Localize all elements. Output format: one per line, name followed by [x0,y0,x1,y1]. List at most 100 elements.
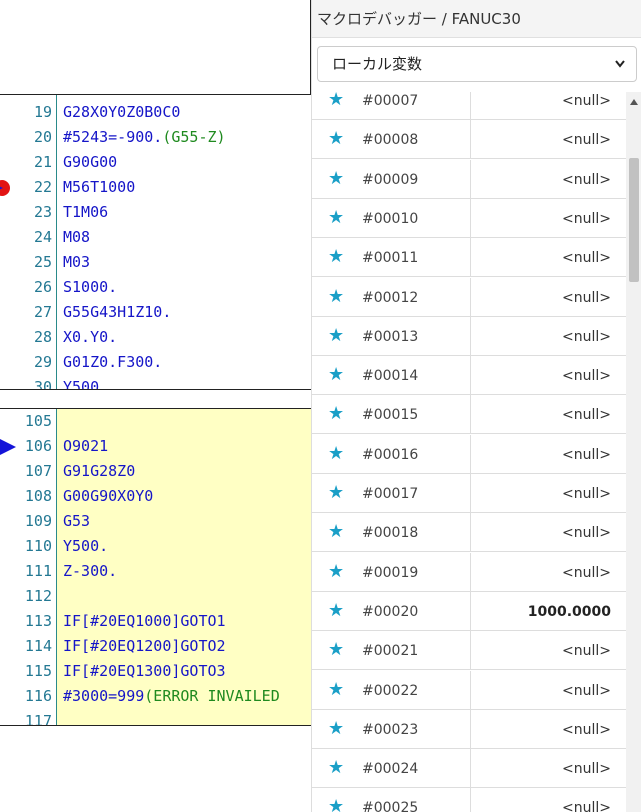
variable-row[interactable]: ★ #00022 <null> [312,670,627,710]
variable-value: <null> [562,328,611,345]
code-line[interactable]: 105 [0,409,311,434]
code-line[interactable]: 23 T1M06 [0,200,311,225]
variable-row[interactable]: ★ #00023 <null> [312,709,627,749]
variable-row[interactable]: ★ #00008 <null> [312,120,627,160]
variable-scope-select[interactable]: ローカル変数 [317,46,637,82]
scroll-up-arrow-icon[interactable] [630,99,638,105]
star-icon[interactable]: ★ [328,364,344,386]
star-icon[interactable]: ★ [328,207,344,229]
code-line[interactable]: 108 G00G90X0Y0 [0,484,311,509]
code-line[interactable]: 30 Y500 [0,375,311,389]
star-icon[interactable]: ★ [328,92,344,111]
variable-value: <null> [562,132,611,149]
code-line[interactable]: 29 G01Z0.F300. [0,350,311,375]
code-line[interactable]: 24 M08 [0,225,311,250]
star-icon[interactable]: ★ [328,796,344,812]
line-number: 25 [33,253,52,271]
variable-row[interactable]: ★ #00021 <null> [312,631,627,671]
variable-row[interactable]: ★ #00013 <null> [312,316,627,356]
code-editor-subprogram[interactable]: 105 106 O9021 107 G91G28Z0 108 G00G90X0Y0 109 G5… [0,408,311,726]
star-icon[interactable]: ★ [328,679,344,701]
code-comment: (G55-Z) [162,128,226,146]
code-text: G91G28Z0 [63,459,135,484]
code-statement: M03 [63,253,91,271]
star-icon[interactable]: ★ [328,246,344,268]
variable-value: <null> [562,210,611,227]
column-divider [470,238,471,278]
code-line[interactable]: 113 IF[#20EQ1000]GOTO1 [0,609,311,634]
code-statement: G91G28Z0 [63,462,136,480]
star-icon[interactable]: ★ [328,757,344,779]
code-text: Z-300. [63,559,117,584]
code-statement: G28X0Y0Z0B0C0 [63,103,181,121]
code-statement: Y500. [63,537,109,555]
code-text: S1000. [63,275,117,300]
star-icon[interactable]: ★ [328,521,344,543]
code-text: G01Z0.F300. [63,350,162,375]
code-line[interactable]: 117 [0,709,311,725]
code-line[interactable]: 114 IF[#20EQ1200]GOTO2 [0,634,311,659]
code-line[interactable]: 109 G53 [0,509,311,534]
code-line[interactable]: 19 G28X0Y0Z0B0C0 [0,100,311,125]
variable-row[interactable]: ★ #00018 <null> [312,513,627,553]
code-line[interactable]: 28 X0.Y0. [0,325,311,350]
variable-row[interactable]: ★ #00020 1000.0000 [312,591,627,631]
variable-row[interactable]: ★ #00014 <null> [312,356,627,396]
code-line[interactable]: 25 M03 [0,250,311,275]
variable-list[interactable]: ★ #00007 <null> ★ #00008 <null> ★ #00009 <null> ★… [312,92,627,812]
code-statement: G01Z0.F300. [63,353,163,371]
vertical-scrollbar[interactable] [626,92,641,812]
star-icon[interactable]: ★ [328,168,344,190]
line-number: 24 [33,228,52,246]
code-line[interactable]: 22 M56T1000 [0,175,311,200]
star-icon[interactable]: ★ [328,561,344,583]
code-line[interactable]: 115 IF[#20EQ1300]GOTO3 [0,659,311,684]
code-line[interactable]: 116 #3000=999(ERROR INVAILED [0,684,311,709]
line-number: 113 [24,612,52,630]
code-line[interactable]: 112 [0,584,311,609]
variable-value: <null> [562,682,611,699]
variable-row[interactable]: ★ #00010 <null> [312,198,627,238]
code-line[interactable]: 20 #5243=-900.(G55-Z) [0,125,311,150]
star-icon[interactable]: ★ [328,403,344,425]
star-icon[interactable]: ★ [328,639,344,661]
code-statement: M08 [63,228,91,246]
column-divider [470,120,471,160]
code-line[interactable]: 110 Y500. [0,534,311,559]
code-editor-main[interactable]: 19 G28X0Y0Z0B0C0 20 #5243=-900.(G55-Z) 21 G90… [0,94,311,390]
star-icon[interactable]: ★ [328,718,344,740]
code-text: M08 [63,225,90,250]
line-number: 111 [24,562,52,580]
variable-row[interactable]: ★ #00024 <null> [312,749,627,789]
variable-row[interactable]: ★ #00025 <null> [312,788,627,812]
star-icon[interactable]: ★ [328,286,344,308]
variable-row[interactable]: ★ #00019 <null> [312,552,627,592]
variable-row[interactable]: ★ #00009 <null> [312,159,627,199]
star-icon[interactable]: ★ [328,325,344,347]
line-number: 115 [24,662,52,680]
variable-row[interactable]: ★ #00012 <null> [312,277,627,317]
code-line[interactable]: 106 O9021 [0,434,311,459]
variable-row[interactable]: ★ #00011 <null> [312,238,627,278]
variable-row[interactable]: ★ #00007 <null> [312,92,627,120]
code-line[interactable]: 27 G55G43H1Z10. [0,300,311,325]
column-divider [470,198,471,238]
code-line[interactable]: 26 S1000. [0,275,311,300]
star-icon[interactable]: ★ [328,128,344,150]
variable-name: #00023 [362,721,419,738]
star-icon[interactable]: ★ [328,482,344,504]
scrollbar-thumb[interactable] [629,158,639,282]
code-statement: IF[#20EQ1200]GOTO2 [63,637,226,655]
code-line[interactable]: 21 G90G00 [0,150,311,175]
code-text: M03 [63,250,90,275]
variable-row[interactable]: ★ #00015 <null> [312,395,627,435]
code-statement: X0.Y0. [63,328,118,346]
code-line[interactable]: 111 Z-300. [0,559,311,584]
code-text: Y500 [63,375,99,389]
variable-row[interactable]: ★ #00016 <null> [312,434,627,474]
variable-row[interactable]: ★ #00017 <null> [312,474,627,513]
star-icon[interactable]: ★ [328,443,344,465]
star-icon[interactable]: ★ [328,600,344,622]
code-line[interactable]: 107 G91G28Z0 [0,459,311,484]
code-statement: G90G00 [63,153,118,171]
